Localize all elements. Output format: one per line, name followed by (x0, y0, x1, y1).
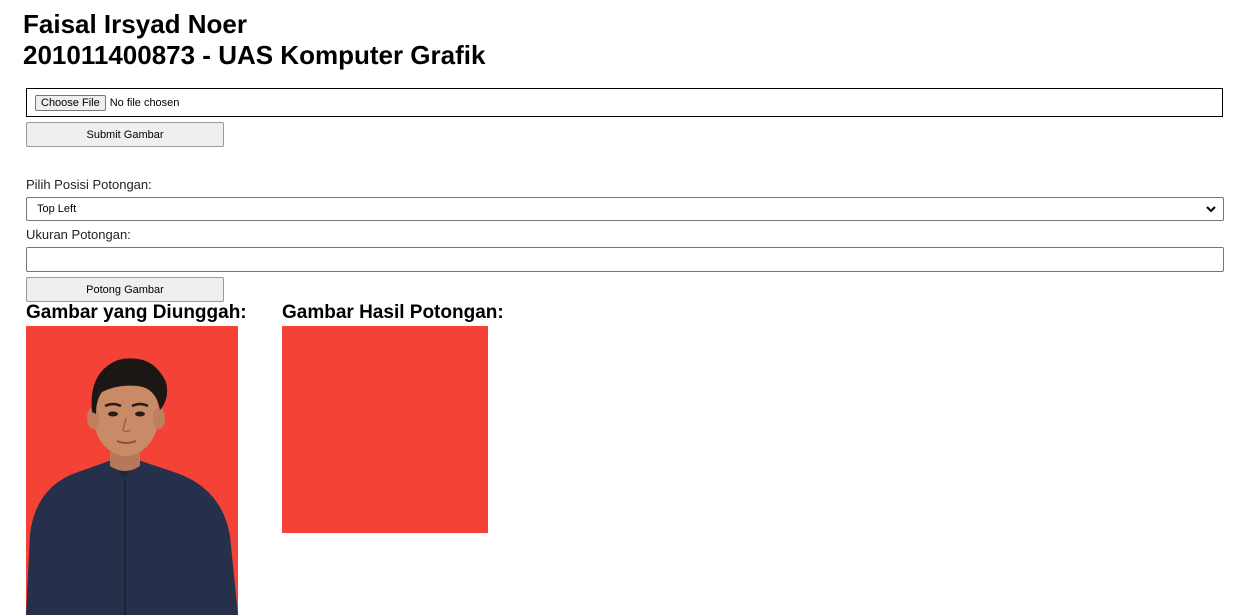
submit-image-button[interactable]: Submit Gambar (26, 122, 224, 147)
choose-file-button[interactable]: Choose File (35, 94, 106, 111)
file-status-text: No file chosen (109, 96, 180, 109)
page-title: Faisal Irsyad Noer 201011400873 - UAS Ko… (23, 9, 485, 71)
crop-size-input[interactable] (26, 247, 1224, 272)
uploaded-image (26, 326, 238, 615)
uploaded-image-heading: Gambar yang Diunggah: (26, 302, 247, 323)
crop-position-select[interactable]: Top Left (26, 197, 1224, 221)
file-upload-field[interactable]: Choose File No file chosen (26, 88, 1223, 117)
crop-image-button[interactable]: Potong Gambar (26, 277, 224, 302)
portrait-photo (26, 326, 238, 615)
crop-size-label: Ukuran Potongan: (26, 227, 131, 242)
course-subtitle: 201011400873 - UAS Komputer Grafik (23, 40, 486, 70)
cropped-image-heading: Gambar Hasil Potongan: (282, 302, 504, 323)
cropped-image (282, 326, 488, 533)
author-name: Faisal Irsyad Noer (23, 9, 247, 39)
crop-position-label: Pilih Posisi Potongan: (26, 177, 152, 192)
chevron-down-icon (1206, 206, 1216, 213)
crop-position-value: Top Left (37, 203, 77, 215)
